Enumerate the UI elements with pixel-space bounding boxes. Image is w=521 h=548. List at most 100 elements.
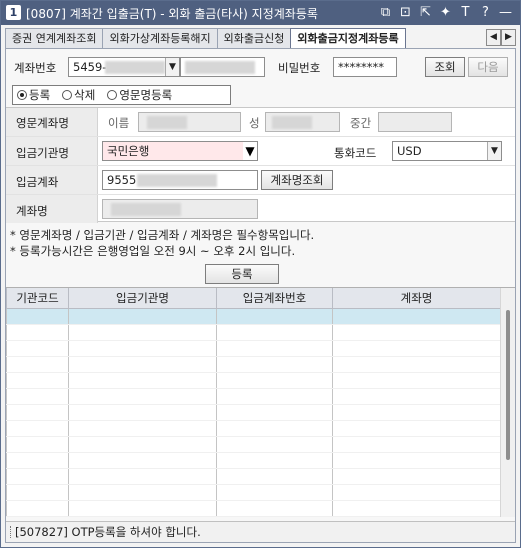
currency-select[interactable]: USD ▼ [392,141,502,161]
radio-delete-label: 삭제 [74,88,96,102]
table-row[interactable] [6,452,501,469]
table-row[interactable] [6,468,501,485]
radio-english-name[interactable]: 영문명등록 [107,87,172,103]
account-number-value: 5459- [73,60,107,74]
chevron-down-icon[interactable]: ▼ [487,142,501,160]
tab-next-icon[interactable]: ▶ [501,29,516,46]
tab-virtual-account-cancel[interactable]: 외화가상계좌등록해지 [102,28,218,48]
masked-account-name [111,203,181,216]
notice-registration-hours: * 등록가능시간은 은행영업일 오전 9시 ~ 오후 2시 입니다. [10,244,296,258]
query-button[interactable]: 조회 [425,57,465,77]
main-window: 1 [0807] 계좌간 입출금(T) - 외화 출금(타사) 지정계좌등록 ⧉… [0,0,521,548]
column-header-bank-name[interactable]: 입금기관명 [68,288,217,309]
table-row[interactable] [6,436,501,453]
radio-register[interactable]: 등록 [17,87,50,103]
notice-required-fields: * 영문계좌명 / 입금기관 / 입금계좌 / 계좌명은 필수항목입니다. [10,228,315,242]
register-button[interactable]: 등록 [205,264,279,284]
expand-icon[interactable]: ⊡ [397,4,414,21]
font-icon[interactable]: T [457,4,474,21]
form-row-divider [6,194,515,195]
pin-icon[interactable]: ✦ [437,4,454,21]
masked-first-name [147,116,187,129]
column-header-bank-code[interactable]: 기관코드 [6,288,69,309]
account-holder-field [180,57,265,77]
bank-label: 입금기관명 [16,146,69,160]
status-bar: [507827] OTP등록을 하셔야 합니다. [6,521,515,542]
status-message: [507827] OTP등록을 하셔야 합니다. [15,525,201,539]
radio-checked-icon [17,90,27,100]
radio-register-label: 등록 [29,88,51,102]
first-name-input[interactable] [138,112,241,132]
tab-designated-account-registration[interactable]: 외화출금지정계좌등록 [290,28,406,48]
title-bar: 1 [0807] 계좌간 입출금(T) - 외화 출금(타사) 지정계좌등록 ⧉… [1,1,520,25]
bank-value: 국민은행 [107,144,150,158]
radio-unchecked-icon [107,90,118,100]
window-title: [0807] 계좌간 입출금(T) - 외화 출금(타사) 지정계좌등록 [26,7,318,21]
table-header-row: 기관코드 입금기관명 입금계좌번호 계좌명 [6,288,501,309]
registration-form: 영문계좌명 이름 성 중간 입금기관명 국민은행 ▼ 통화코드 USD ▼ 입금… [6,107,515,223]
chevron-down-icon[interactable]: ▼ [165,58,179,76]
deposit-account-label: 입금계좌 [16,175,59,189]
minimize-icon[interactable]: — [497,4,514,21]
middle-name-label: 중간 [350,116,372,130]
column-header-account-number[interactable]: 입금계좌번호 [216,288,333,309]
first-name-label: 이름 [108,116,130,130]
account-name-field [102,199,258,219]
table-row[interactable] [6,356,501,373]
last-name-label: 성 [249,116,260,130]
share-icon[interactable]: ⇱ [417,4,434,21]
masked-last-name [272,116,312,129]
help-icon[interactable]: ? [477,4,494,21]
password-input[interactable]: ******** [333,57,397,77]
account-number-select[interactable]: 5459- ▼ [68,57,180,77]
masked-holder-name [185,61,255,74]
deposit-account-input[interactable]: 9555 [102,170,258,190]
tab-prev-icon[interactable]: ◀ [486,29,501,46]
radio-english-name-label: 영문명등록 [119,88,173,102]
currency-value: USD [397,144,422,158]
title-bar-icons: ⧉ ⊡ ⇱ ✦ T ? — [377,4,514,21]
form-row-divider [6,165,515,166]
table-row[interactable] [6,500,501,517]
account-name-query-button[interactable]: 계좌명조회 [261,170,333,190]
bank-select[interactable]: 국민은행 ▼ [102,141,258,161]
table-row[interactable] [6,484,501,501]
table-body [6,308,501,517]
mode-radio-group: 등록 삭제 영문명등록 [12,85,231,105]
account-name-label: 계좌명 [16,204,48,218]
table-scrollbar[interactable] [500,288,515,517]
tab-linked-account-inquiry[interactable]: 증권 연계계좌조회 [5,28,104,48]
table-row[interactable] [6,372,501,389]
radio-delete[interactable]: 삭제 [62,87,95,103]
link-icon[interactable]: ⧉ [377,4,394,21]
table-row[interactable] [6,420,501,437]
masked-deposit-digits [137,174,217,187]
next-button[interactable]: 다음 [468,57,508,77]
tab-withdrawal-request[interactable]: 외화출금신청 [216,28,292,48]
form-row-divider [6,136,515,137]
content-panel: 계좌번호 5459- ▼ 비밀번호 ******** 조회 다음 등록 삭제 영… [5,48,516,543]
notice-text: * 영문계좌명 / 입금기관 / 입금계좌 / 계좌명은 필수항목입니다. * … [10,227,314,259]
middle-name-input[interactable] [378,112,452,132]
table-row[interactable] [6,404,501,421]
english-name-label: 영문계좌명 [16,116,69,130]
chevron-down-icon[interactable]: ▼ [243,142,257,160]
table-row[interactable] [6,340,501,357]
masked-account-digits [105,61,165,74]
last-name-input[interactable] [265,112,340,132]
column-header-account-name[interactable]: 계좌명 [332,288,501,309]
account-number-label: 계좌번호 [14,61,57,75]
scrollbar-thumb[interactable] [506,310,510,460]
password-label: 비밀번호 [278,61,321,75]
grip-icon [10,526,13,538]
app-number-badge: 1 [6,5,21,20]
table-row[interactable] [6,324,501,341]
tab-scroll-buttons: ◀ ▶ [486,29,516,46]
deposit-account-value: 9555 [107,173,137,187]
registered-accounts-table: 기관코드 입금기관명 입금계좌번호 계좌명 [6,287,515,517]
radio-unchecked-icon [62,90,73,100]
tab-strip: 증권 연계계좌조회 외화가상계좌등록해지 외화출금신청 외화출금지정계좌등록 [5,28,406,48]
currency-label: 통화코드 [334,146,377,160]
table-row[interactable] [6,388,501,405]
table-row[interactable] [6,308,501,325]
